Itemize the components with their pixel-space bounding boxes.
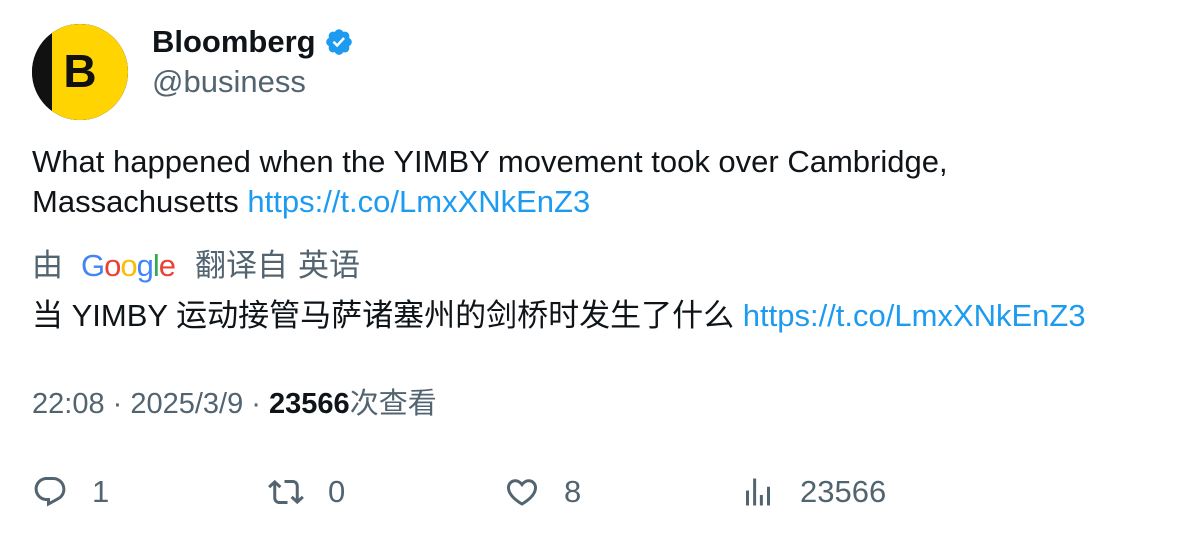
source-language: 英语 xyxy=(298,248,361,283)
like-button[interactable]: 8 xyxy=(504,468,581,516)
reply-count: 1 xyxy=(92,474,110,509)
translated-from-label: 翻译自 xyxy=(195,248,289,283)
like-count: 8 xyxy=(564,474,582,509)
meta-separator: · xyxy=(243,388,270,420)
action-bar: 1 0 8 23566 xyxy=(0,468,1196,518)
avatar[interactable]: B xyxy=(32,24,128,120)
tweet-text-line1: What happened when the YIMBY movement to… xyxy=(32,144,948,179)
analytics-icon xyxy=(746,478,770,506)
google-logo-icon[interactable]: Google xyxy=(81,246,176,286)
retweet-button[interactable]: 0 xyxy=(268,468,345,516)
reply-button[interactable]: 1 xyxy=(32,468,109,516)
views-count: 23566 xyxy=(269,388,350,420)
retweet-count: 0 xyxy=(328,474,346,509)
translated-text-body: 当 YIMBY 运动接管马萨诸塞州的剑桥时发生了什么 xyxy=(32,298,743,333)
translated-link[interactable]: https://t.co/LmxXNkEnZ3 xyxy=(743,298,1086,333)
translated-text: 当 YIMBY 运动接管马萨诸塞州的剑桥时发生了什么 https://t.co/… xyxy=(32,296,1172,336)
views-button[interactable]: 23566 xyxy=(740,468,886,516)
handle[interactable]: @business xyxy=(152,64,306,100)
bloomberg-logo-icon: B xyxy=(32,24,128,120)
reply-icon xyxy=(34,477,66,507)
avatar-letter: B xyxy=(63,45,96,97)
heart-icon xyxy=(506,479,538,506)
translation-attribution: 由 Google 翻译自 英语 xyxy=(32,246,360,286)
tweet-meta: 22:08 · 2025/3/9 · 23566次查看 xyxy=(32,384,437,424)
tweet-date[interactable]: 2025/3/9 xyxy=(130,388,243,420)
tweet-link[interactable]: https://t.co/LmxXNkEnZ3 xyxy=(247,184,590,219)
display-name[interactable]: Bloomberg xyxy=(152,24,316,60)
views-label: 次查看 xyxy=(349,388,437,420)
tweet-text: What happened when the YIMBY movement to… xyxy=(32,142,1162,222)
views-action-count: 23566 xyxy=(800,474,887,509)
verified-badge-icon xyxy=(324,27,354,57)
retweet-icon xyxy=(268,479,304,505)
tweet-time[interactable]: 22:08 xyxy=(32,388,105,420)
tweet-text-line2: Massachusetts xyxy=(32,184,248,219)
tweet-card: B Bloomberg @business What happened when… xyxy=(0,0,1196,538)
meta-separator: · xyxy=(104,388,131,420)
translated-by-label: 由 xyxy=(32,248,63,283)
name-row: Bloomberg xyxy=(152,24,354,60)
